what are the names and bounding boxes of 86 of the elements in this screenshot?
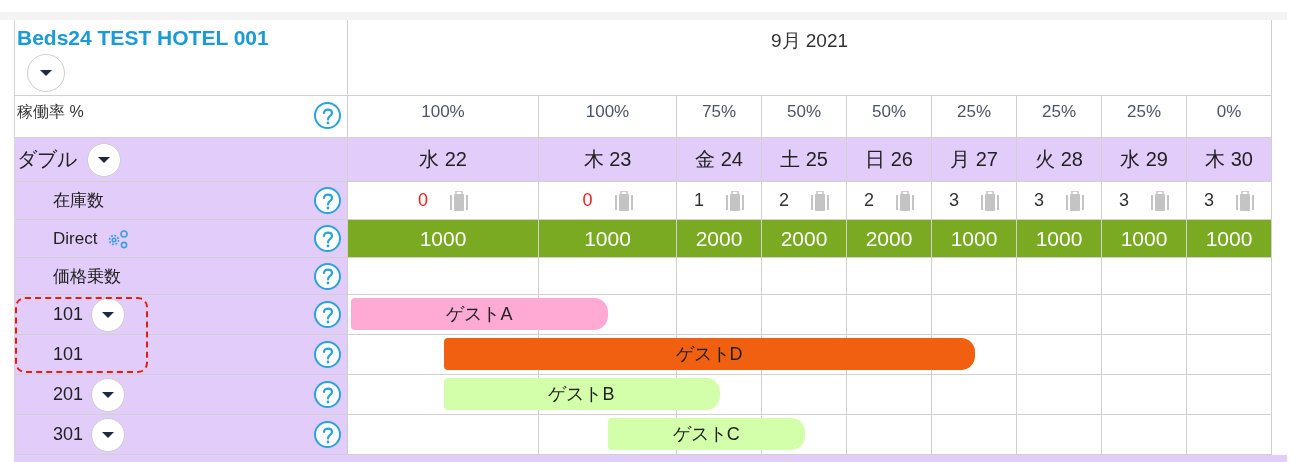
caret-icon [101, 310, 116, 319]
help-button[interactable] [314, 262, 341, 290]
price-cell[interactable]: 2000 [847, 220, 932, 258]
price-cell[interactable]: 1000 [1102, 220, 1187, 258]
date-header: 日 26 [847, 138, 932, 182]
help-icon [320, 106, 335, 125]
occupancy-cell: 0% [1187, 96, 1272, 138]
dropdown-button[interactable] [91, 377, 126, 412]
suitcase-icon [614, 190, 633, 211]
occupancy-cell: 75% [677, 96, 762, 138]
price-cell[interactable]: 1000 [932, 220, 1017, 258]
row-label: 在庫数 [53, 190, 104, 212]
date-header: 木 23 [539, 138, 677, 182]
help-button[interactable] [314, 421, 341, 448]
price-cell[interactable]: 1000 [348, 220, 539, 258]
month-label: 9月 2021 [770, 29, 849, 53]
unit-label: 101 [53, 344, 84, 365]
unit-label: 101 [53, 304, 84, 325]
date-header: 金 24 [677, 138, 762, 182]
occupancy-cell: 100% [539, 96, 677, 138]
inventory-count: 3 [1119, 190, 1129, 211]
price-cell[interactable]: 1000 [1017, 220, 1102, 258]
help-icon [320, 345, 335, 364]
help-button[interactable] [314, 341, 341, 368]
date-header: 土 25 [762, 138, 847, 182]
suitcase-icon [1066, 190, 1084, 211]
help-button[interactable] [314, 102, 341, 129]
occupancy-cell: 25% [1017, 96, 1102, 138]
help-icon [320, 385, 335, 404]
caret-icon [101, 430, 116, 439]
caret-icon [39, 69, 53, 77]
occupancy-cell: 50% [847, 96, 932, 138]
booking-bar[interactable]: ゲストA [351, 298, 608, 330]
dropdown-button[interactable] [27, 54, 65, 92]
date-header: 火 28 [1017, 138, 1102, 182]
help-icon [320, 267, 335, 285]
price-cell[interactable]: 2000 [677, 220, 762, 258]
suitcase-icon [1151, 190, 1169, 211]
row-label: 価格乗数 [53, 265, 121, 288]
date-header: 木 30 [1187, 138, 1272, 182]
suitcase-icon [450, 190, 468, 211]
booking-bar[interactable]: ゲストD [443, 338, 975, 370]
inventory-count: 0 [418, 190, 428, 211]
inventory-count: 2 [864, 190, 874, 211]
help-button[interactable] [314, 381, 341, 408]
date-header: 月 27 [932, 138, 1017, 182]
caret-icon [101, 390, 116, 399]
suitcase-icon [811, 190, 829, 211]
date-header: 水 22 [348, 138, 539, 182]
inventory-count: 0 [582, 190, 593, 211]
help-button[interactable] [314, 187, 341, 214]
dropdown-button[interactable] [87, 142, 121, 177]
inventory-count: 1 [694, 190, 704, 211]
room-type-name: ダブル [17, 147, 77, 172]
inventory-count: 3 [1204, 190, 1214, 211]
help-icon [320, 229, 335, 248]
hotel-name-link[interactable]: Beds24 TEST HOTEL 001 [17, 26, 269, 50]
help-button[interactable] [314, 301, 341, 328]
help-button[interactable] [314, 225, 341, 252]
caret-icon [97, 155, 111, 164]
suitcase-icon [981, 190, 999, 211]
suitcase-icon [726, 190, 744, 211]
price-cell[interactable]: 1000 [1187, 220, 1272, 258]
inventory-count: 3 [1034, 190, 1044, 211]
price-cell[interactable]: 2000 [762, 220, 847, 258]
row-label: 稼働率 % [17, 102, 84, 122]
occupancy-cell: 25% [932, 96, 1017, 138]
unit-label: 201 [53, 384, 84, 405]
date-header: 水 29 [1102, 138, 1187, 182]
booking-bar[interactable]: ゲストB [443, 378, 720, 410]
inventory-count: 3 [949, 190, 959, 211]
row-label: Direct [53, 228, 98, 249]
help-icon [320, 305, 335, 324]
help-icon [320, 191, 335, 210]
price-cell[interactable]: 1000 [539, 220, 677, 258]
occupancy-cell: 50% [762, 96, 847, 138]
dropdown-button[interactable] [91, 297, 126, 332]
booking-bar[interactable]: ゲストC [608, 418, 805, 450]
unit-label: 301 [53, 424, 84, 445]
help-icon [320, 425, 335, 444]
inventory-count: 2 [779, 190, 789, 211]
dropdown-button[interactable] [91, 417, 126, 452]
occupancy-cell: 100% [348, 96, 539, 138]
occupancy-cell: 25% [1102, 96, 1187, 138]
suitcase-icon [1236, 190, 1254, 211]
suitcase-icon [896, 190, 914, 211]
